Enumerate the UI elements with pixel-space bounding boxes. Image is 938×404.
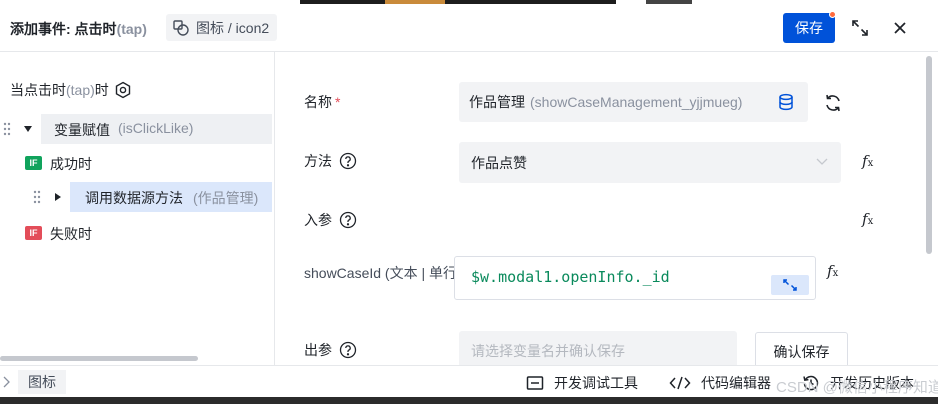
dialog-header: 添加事件: 点击时(tap) 图标 / icon2 保存	[0, 4, 938, 52]
footer-left: 图标	[0, 370, 66, 394]
tree-item-fail[interactable]: IF 失败时	[0, 218, 272, 248]
output-label-text: 出参	[304, 342, 332, 358]
fx-icon[interactable]: fx	[862, 210, 873, 228]
chevron-down-icon	[816, 158, 828, 165]
trigger-label-main: 当点击时	[10, 82, 66, 98]
output-label: 出参	[304, 340, 357, 360]
action-tree-panel: 当点击时 (tap) 时 变量赋值 (isClickLike) IF 成功时 调用数…	[0, 52, 275, 365]
component-breadcrumb[interactable]: 图标 / icon2	[166, 14, 278, 41]
help-icon[interactable]	[339, 152, 357, 170]
name-label: 名称 *	[304, 92, 340, 112]
output-placeholder: 请选择变量名并确认保存	[471, 343, 625, 359]
debug-tools-label: 开发调试工具	[554, 375, 638, 391]
datasource-select[interactable]: 作品管理 (showCaseManagement_yjjmueg)	[459, 82, 808, 122]
if-success-icon: IF	[25, 156, 42, 170]
code-icon	[669, 376, 691, 390]
tree-item-label: 变量赋值	[54, 122, 110, 138]
tree-item-success[interactable]: IF 成功时	[0, 148, 272, 178]
dialog-title-main: 添加事件: 点击时	[10, 21, 117, 37]
dialog-title-tap: (tap)	[116, 21, 147, 37]
horizontal-scrollbar[interactable]	[0, 356, 198, 361]
chevron-right-icon[interactable]	[55, 193, 61, 201]
fx-sub: x	[832, 268, 839, 279]
drag-handle-icon[interactable]	[3, 122, 11, 136]
breadcrumb-text: 图标 / icon2	[196, 19, 270, 36]
params-label-text: 入参	[304, 212, 332, 228]
fx-icon[interactable]: fx	[862, 152, 873, 170]
params-label: 入参	[304, 210, 357, 230]
dialog-title: 添加事件: 点击时(tap)	[10, 19, 147, 39]
vertical-scrollbar[interactable]	[926, 56, 932, 254]
unsaved-dot	[829, 11, 836, 18]
terminal-icon	[526, 376, 544, 390]
config-form-panel: 名称 * 作品管理 (showCaseManagement_yjjmueg) 方法…	[276, 52, 938, 365]
trigger-label-suffix: 时	[94, 82, 109, 98]
collapse-icon[interactable]	[2, 376, 10, 388]
component-icon	[173, 19, 189, 36]
trigger-label-tap: (tap)	[66, 82, 95, 98]
footer-tab-icon[interactable]: 图标	[18, 370, 66, 394]
database-icon[interactable]	[777, 93, 795, 111]
expand-icon	[783, 279, 797, 291]
method-label: 方法	[304, 151, 357, 171]
confirm-save-button[interactable]: 确认保存	[755, 332, 848, 365]
output-variable-select[interactable]: 请选择变量名并确认保存	[459, 331, 737, 365]
trigger-label: 当点击时 (tap) 时	[10, 80, 132, 100]
expand-editor-button[interactable]	[771, 275, 809, 295]
drag-handle-icon[interactable]	[33, 190, 41, 204]
param-showcaseid-label: showCaseId (文本 | 单行	[304, 263, 454, 283]
refresh-icon[interactable]	[823, 93, 843, 113]
tree-item-sub: (作品管理)	[193, 190, 259, 206]
tree-item-assign[interactable]: 变量赋值 (isClickLike)	[0, 114, 272, 144]
datasource-id: (showCaseManagement_yjjmueg)	[530, 94, 743, 110]
method-value: 作品点赞	[471, 154, 527, 171]
param-expression-editor[interactable]: $w.modal1.openInfo._id	[454, 256, 816, 300]
save-button[interactable]: 保存	[783, 13, 835, 43]
method-select[interactable]: 作品点赞	[459, 142, 841, 183]
method-label-text: 方法	[304, 153, 332, 169]
expression-text: $w.modal1.openInfo._id	[471, 268, 670, 286]
tree-item-label: 调用数据源方法	[85, 190, 183, 206]
tree-item-call-datasource[interactable]: 调用数据源方法 (作品管理)	[0, 182, 272, 212]
tree-item-sub: (isClickLike)	[118, 120, 194, 136]
param-label-text: showCaseId (文本 | 单行	[304, 265, 454, 281]
help-icon[interactable]	[339, 341, 357, 359]
fx-sub: x	[867, 158, 874, 169]
close-icon[interactable]	[890, 18, 910, 38]
code-editor-label: 代码编辑器	[701, 375, 771, 391]
code-editor-button[interactable]: 代码编辑器	[669, 373, 771, 393]
fx-icon[interactable]: fx	[827, 262, 838, 280]
chevron-down-icon[interactable]	[24, 126, 32, 132]
fx-sub: x	[867, 216, 874, 227]
name-label-text: 名称	[304, 94, 332, 110]
bottom-strip	[0, 397, 938, 404]
settings-icon[interactable]	[114, 81, 132, 99]
required-mark: *	[335, 94, 341, 110]
tree-item-label: 成功时	[50, 156, 92, 172]
datasource-name: 作品管理	[469, 94, 525, 110]
tree-item-label: 失败时	[50, 226, 92, 242]
watermark: CSDN @微信小程序知道	[776, 379, 938, 396]
help-icon[interactable]	[339, 211, 357, 229]
debug-tools-button[interactable]: 开发调试工具	[526, 373, 638, 393]
expand-icon[interactable]	[850, 18, 870, 38]
if-fail-icon: IF	[25, 226, 42, 240]
